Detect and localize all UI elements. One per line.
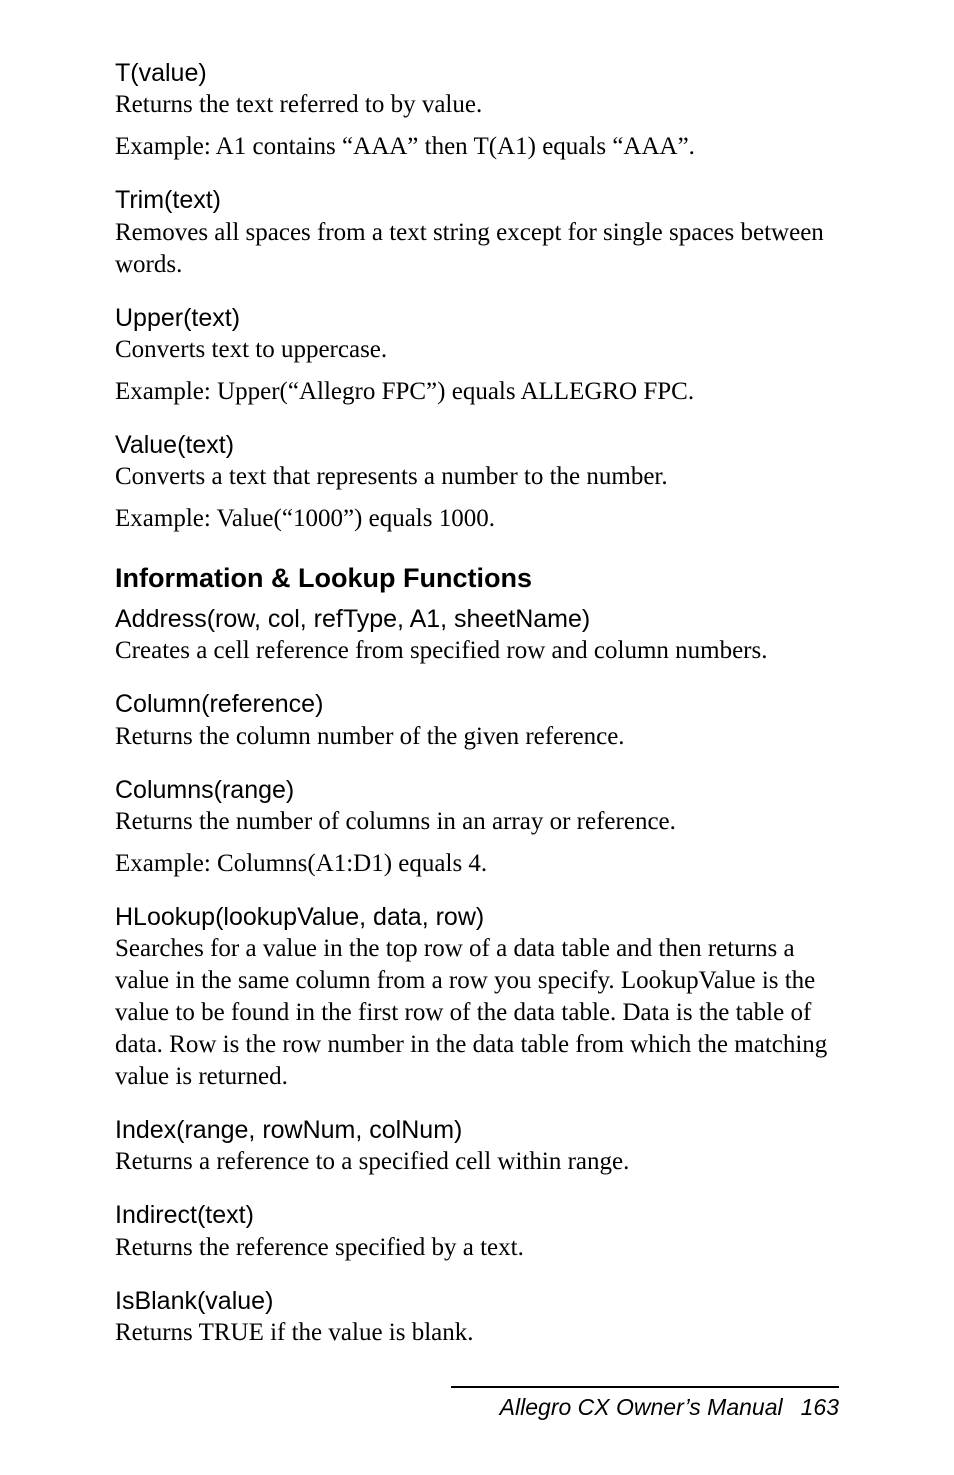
function-name: T(value) xyxy=(115,58,839,89)
function-block: Columns(range) Returns the number of col… xyxy=(115,775,839,880)
function-name: Upper(text) xyxy=(115,303,839,334)
footer-text: Allegro CX Owner’s Manual 163 xyxy=(451,1394,839,1421)
function-name: Trim(text) xyxy=(115,185,839,216)
function-description: Returns the column number of the given r… xyxy=(115,721,839,753)
function-description: Removes all spaces from a text string ex… xyxy=(115,217,839,281)
footer-divider xyxy=(451,1386,839,1388)
function-example: Example: Upper(“Allegro FPC”) equals ALL… xyxy=(115,376,839,408)
page-number: 163 xyxy=(801,1394,839,1420)
function-block: T(value) Returns the text referred to by… xyxy=(115,58,839,163)
function-description: Returns the number of columns in an arra… xyxy=(115,806,839,838)
function-name: Value(text) xyxy=(115,430,839,461)
function-description: Returns the text referred to by value. xyxy=(115,89,839,121)
function-example: Example: Columns(A1:D1) equals 4. xyxy=(115,848,839,880)
function-name: HLookup(lookupValue, data, row) xyxy=(115,902,839,933)
page-footer: Allegro CX Owner’s Manual 163 xyxy=(451,1386,839,1421)
function-description: Searches for a value in the top row of a… xyxy=(115,933,839,1093)
function-block: Indirect(text) Returns the reference spe… xyxy=(115,1200,839,1263)
function-example: Example: Value(“1000”) equals 1000. xyxy=(115,503,839,535)
function-block: Column(reference) Returns the column num… xyxy=(115,689,839,752)
function-name: IsBlank(value) xyxy=(115,1286,839,1317)
function-example: Example: A1 contains “AAA” then T(A1) eq… xyxy=(115,131,839,163)
function-name: Address(row, col, refType, A1, sheetName… xyxy=(115,604,839,635)
function-description: Returns a reference to a specified cell … xyxy=(115,1146,839,1178)
function-block: Index(range, rowNum, colNum) Returns a r… xyxy=(115,1115,839,1178)
function-description: Returns TRUE if the value is blank. xyxy=(115,1317,839,1349)
section-heading: Information & Lookup Functions xyxy=(115,563,839,594)
function-block: Address(row, col, refType, A1, sheetName… xyxy=(115,604,839,667)
function-description: Converts text to uppercase. xyxy=(115,334,839,366)
function-block: Trim(text) Removes all spaces from a tex… xyxy=(115,185,839,280)
function-name: Index(range, rowNum, colNum) xyxy=(115,1115,839,1146)
function-block: Value(text) Converts a text that represe… xyxy=(115,430,839,535)
function-block: Upper(text) Converts text to uppercase. … xyxy=(115,303,839,408)
function-name: Indirect(text) xyxy=(115,1200,839,1231)
function-block: HLookup(lookupValue, data, row) Searches… xyxy=(115,902,839,1093)
function-description: Returns the reference specified by a tex… xyxy=(115,1232,839,1264)
function-name: Column(reference) xyxy=(115,689,839,720)
function-name: Columns(range) xyxy=(115,775,839,806)
page-container: T(value) Returns the text referred to by… xyxy=(0,0,954,1475)
footer-title: Allegro CX Owner’s Manual xyxy=(500,1394,783,1420)
function-description: Converts a text that represents a number… xyxy=(115,461,839,493)
function-block: IsBlank(value) Returns TRUE if the value… xyxy=(115,1286,839,1349)
function-description: Creates a cell reference from specified … xyxy=(115,635,839,667)
